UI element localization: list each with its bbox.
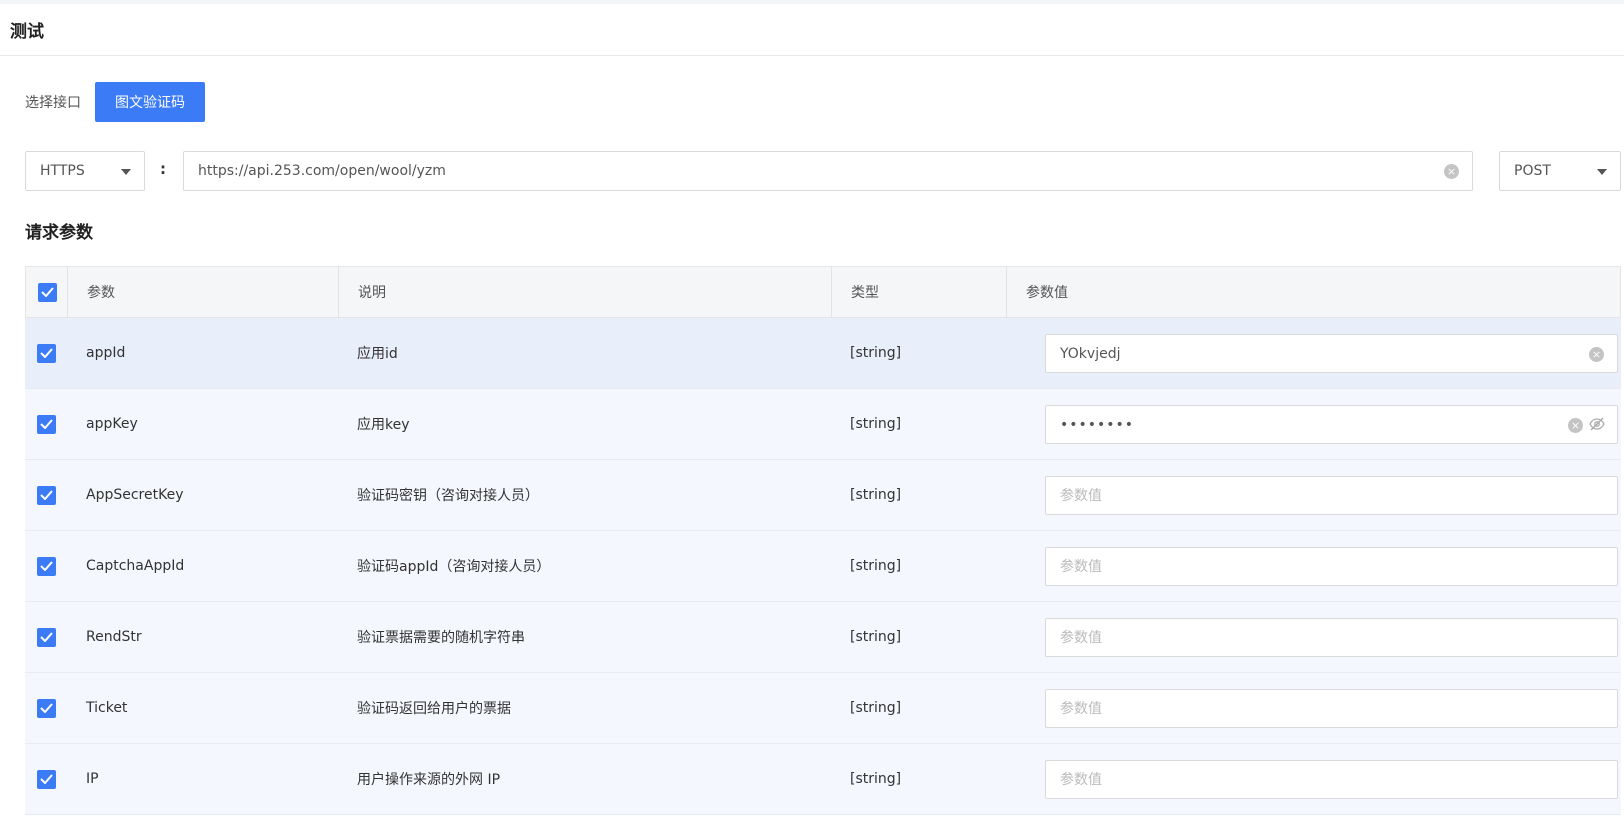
params-table: 参数 说明 类型 参数值 appId 应用id [string] × appKe… [25, 266, 1621, 815]
param-type: [string] [850, 700, 902, 716]
param-name: appId [86, 345, 126, 361]
header-value: 参数值 [1026, 285, 1068, 301]
column-divider [1006, 267, 1007, 319]
url-input[interactable] [184, 152, 1472, 190]
param-desc: 用户操作来源的外网 IP [357, 772, 501, 788]
url-separator: : [160, 160, 166, 178]
row-checkbox[interactable] [37, 769, 56, 789]
clear-icon[interactable]: × [1444, 164, 1459, 179]
row-checkbox[interactable] [37, 698, 56, 718]
table-row: IP 用户操作来源的外网 IP [string] [25, 744, 1621, 815]
param-value-field [1045, 547, 1618, 586]
interface-button[interactable]: 图文验证码 [95, 82, 205, 122]
interface-select-row: 选择接口 图文验证码 [25, 82, 205, 122]
param-value-field: × [1045, 405, 1618, 444]
table-row: Ticket 验证码返回给用户的票据 [string] [25, 673, 1621, 744]
clear-icon[interactable]: × [1568, 418, 1583, 433]
param-desc: 应用id [357, 346, 398, 362]
table-row: appId 应用id [string] × [25, 318, 1621, 389]
param-desc: 应用key [357, 417, 410, 433]
param-type: [string] [850, 487, 902, 503]
param-value-field [1045, 689, 1618, 728]
chevron-down-icon [1597, 169, 1607, 175]
param-value-input[interactable] [1046, 619, 1617, 656]
param-value-field [1045, 476, 1618, 515]
column-divider [831, 267, 832, 319]
param-desc: 验证码密钥（咨询对接人员） [357, 488, 539, 504]
param-value-field [1045, 760, 1618, 799]
row-checkbox[interactable] [37, 627, 56, 647]
row-checkbox[interactable] [37, 556, 56, 576]
table-header: 参数 说明 类型 参数值 [25, 266, 1621, 319]
check-icon [40, 703, 53, 713]
table-row: AppSecretKey 验证码密钥（咨询对接人员） [string] [25, 460, 1621, 531]
param-name: RendStr [86, 629, 142, 645]
param-value-field [1045, 618, 1618, 657]
param-name: IP [86, 771, 99, 787]
param-value-input[interactable] [1046, 477, 1617, 514]
param-type: [string] [850, 558, 902, 574]
clear-icon[interactable]: × [1589, 347, 1604, 362]
check-icon [41, 287, 54, 297]
method-select[interactable]: POST [1499, 151, 1621, 191]
row-checkbox[interactable] [37, 485, 56, 505]
param-name: AppSecretKey [86, 487, 184, 503]
header-desc: 说明 [358, 285, 386, 301]
protocol-select-value: HTTPS [40, 163, 85, 179]
page-title: 测试 [10, 22, 44, 42]
section-title: 请求参数 [25, 223, 93, 243]
param-value-input[interactable] [1046, 335, 1617, 372]
param-value-input[interactable] [1046, 406, 1617, 443]
table-row: appKey 应用key [string] × [25, 389, 1621, 460]
row-checkbox[interactable] [37, 414, 56, 434]
url-field: × [183, 151, 1473, 191]
param-name: Ticket [86, 700, 128, 716]
check-icon [40, 632, 53, 642]
param-value-input[interactable] [1046, 761, 1617, 798]
param-value-input[interactable] [1046, 690, 1617, 727]
header-type: 类型 [851, 285, 879, 301]
column-divider [67, 267, 68, 319]
check-icon [40, 561, 53, 571]
protocol-select[interactable]: HTTPS [25, 151, 145, 191]
check-icon [40, 348, 53, 358]
check-icon [40, 774, 53, 784]
param-value-field: × [1045, 334, 1618, 373]
eye-off-icon[interactable] [1589, 417, 1605, 431]
param-desc: 验证票据需要的随机字符串 [357, 630, 525, 646]
param-type: [string] [850, 416, 902, 432]
param-value-input[interactable] [1046, 548, 1617, 585]
param-desc: 验证码返回给用户的票据 [357, 701, 511, 717]
header-name: 参数 [87, 285, 115, 301]
check-icon [40, 419, 53, 429]
param-type: [string] [850, 771, 902, 787]
param-type: [string] [850, 345, 902, 361]
chevron-down-icon [121, 169, 131, 175]
check-icon [40, 490, 53, 500]
param-name: CaptchaAppId [86, 558, 185, 574]
param-name: appKey [86, 416, 138, 432]
column-divider [338, 267, 339, 319]
page-header: 测试 [0, 4, 1624, 56]
table-row: CaptchaAppId 验证码appId（咨询对接人员） [string] [25, 531, 1621, 602]
row-checkbox[interactable] [37, 343, 56, 363]
param-type: [string] [850, 629, 902, 645]
param-desc: 验证码appId（咨询对接人员） [357, 559, 551, 575]
table-row: RendStr 验证票据需要的随机字符串 [string] [25, 602, 1621, 673]
select-all-checkbox[interactable] [38, 282, 57, 302]
interface-select-label: 选择接口 [25, 95, 81, 111]
method-select-value: POST [1514, 163, 1551, 179]
